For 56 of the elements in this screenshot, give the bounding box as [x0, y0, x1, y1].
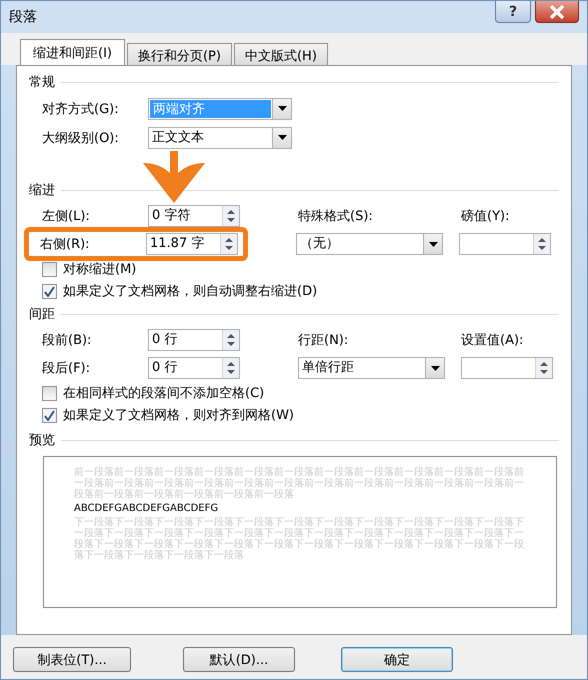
field-label: 特殊格式(S): — [298, 208, 374, 225]
spin-field[interactable]: 0 行 — [148, 357, 240, 379]
spin-arrows-icon[interactable] — [533, 234, 550, 254]
dropdown-value: 单倍行距 — [301, 359, 355, 377]
field-label: 大纲级别(O): — [42, 130, 120, 146]
dialog-button[interactable]: 制表位(T)... — [13, 647, 131, 672]
tab[interactable]: 换行和分页(P) — [126, 43, 232, 65]
spin-field[interactable]: 0 字符 — [148, 205, 240, 227]
dropdown-value: （无） — [299, 235, 340, 253]
field-label: 设置值(A): — [461, 332, 524, 349]
spin-field[interactable] — [459, 233, 551, 255]
checkbox[interactable] — [42, 408, 57, 422]
dropdown-value: 正文文本 — [151, 128, 205, 146]
field-label: 段后(F): — [42, 360, 92, 377]
help-button[interactable]: ? — [495, 1, 531, 23]
field-label: 行距(N): — [298, 332, 350, 349]
spin-value: 0 字符 — [151, 207, 192, 225]
spin-arrows-icon[interactable] — [222, 358, 239, 378]
checkbox-label: 如果定义了文档网格，则对齐到网格(W) — [63, 407, 294, 424]
spin-arrows-icon[interactable] — [535, 358, 552, 378]
dialog-button[interactable]: 默认(D)... — [183, 647, 295, 672]
field-label: 磅值(Y): — [461, 208, 510, 225]
field-label: 对齐方式(G): — [42, 100, 120, 118]
field-label: 左侧(L): — [42, 208, 91, 225]
dropdown[interactable]: 正文文本 — [148, 126, 292, 148]
checkbox[interactable] — [42, 386, 57, 400]
field-label: 右侧(R): — [40, 236, 91, 253]
tab[interactable]: 缩进和间距(I) — [20, 39, 125, 65]
spin-arrows-icon[interactable] — [222, 330, 239, 350]
section-heading: 间距 — [29, 306, 55, 323]
checkbox-label: 如果定义了文档网格，则自动调整右缩进(D) — [63, 283, 318, 300]
checkbox[interactable] — [42, 284, 57, 298]
section-heading: 常规 — [29, 74, 55, 91]
spin-field[interactable] — [461, 357, 553, 379]
dropdown-value: 两端对齐 — [150, 100, 271, 118]
spin-field[interactable]: 11.87 字 — [146, 233, 238, 255]
checkbox[interactable] — [42, 262, 57, 276]
close-button[interactable] — [535, 1, 579, 23]
checkbox-label: 在相同样式的段落间不添加空格(C) — [63, 385, 264, 402]
preview-sample-text: ABCDEFGABCDEFGABCDEFG — [74, 503, 220, 514]
spin-value: 0 行 — [151, 331, 178, 349]
spin-value: 0 行 — [151, 359, 178, 377]
section-heading: 预览 — [29, 432, 55, 449]
dropdown[interactable]: （无） — [296, 233, 443, 255]
close-icon — [548, 4, 566, 18]
dialog-button[interactable]: 确定 — [341, 647, 453, 672]
checkbox-label: 对称缩进(M) — [63, 261, 136, 278]
spin-arrows-icon[interactable] — [222, 206, 239, 226]
dropdown[interactable]: 单倍行距 — [298, 357, 445, 379]
spin-field[interactable]: 0 行 — [148, 329, 240, 351]
spin-value: 11.87 字 — [149, 235, 206, 253]
spin-arrows-icon[interactable] — [220, 234, 237, 254]
field-label: 段前(B): — [42, 332, 92, 349]
window-title: 段落 — [9, 8, 37, 26]
tab[interactable]: 中文版式(H) — [234, 43, 328, 65]
section-heading: 缩进 — [29, 182, 55, 199]
